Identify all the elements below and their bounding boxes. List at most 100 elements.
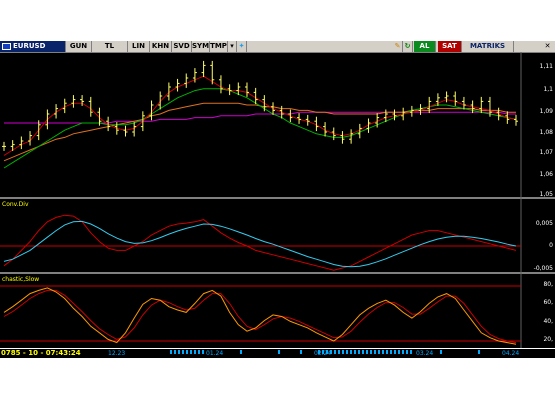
- price-bar: [305, 114, 310, 126]
- period-button[interactable]: GUN: [66, 41, 92, 52]
- price-bar: [19, 136, 24, 150]
- date-tick: [374, 350, 376, 354]
- price-bar: [453, 91, 458, 106]
- date-tick: [386, 350, 388, 354]
- currency-button[interactable]: TL: [92, 41, 128, 52]
- price-bar: [132, 122, 137, 137]
- date-axis-label: 03.24: [416, 350, 434, 357]
- price-scale-label: 1,06: [539, 171, 553, 178]
- khn-button[interactable]: KHN: [150, 41, 172, 52]
- date-tick: [382, 350, 384, 354]
- date-tick: [174, 350, 176, 354]
- date-axis-label: 12.23: [108, 350, 126, 357]
- stoch-d-line: [3, 289, 517, 344]
- pencil-icon[interactable]: ✎: [393, 41, 403, 52]
- date-axis-label: 04.24: [502, 350, 520, 357]
- date-tick: [346, 350, 348, 354]
- date-tick: [390, 350, 392, 354]
- price-bar: [123, 125, 128, 137]
- macd-line: [3, 214, 517, 271]
- price-bar: [88, 96, 93, 117]
- date-tick: [378, 350, 380, 354]
- price-bar: [262, 95, 267, 112]
- macd-scale-label: 0,005: [535, 220, 553, 227]
- price-bar: [253, 87, 258, 105]
- date-tick: [182, 350, 184, 354]
- sym-button[interactable]: SYM: [192, 41, 210, 52]
- date-tick: [326, 350, 328, 354]
- price-bar: [175, 78, 180, 92]
- date-tick: [362, 350, 364, 354]
- date-tick: [410, 350, 412, 354]
- stoch-k-line: [3, 287, 517, 345]
- refresh-icon[interactable]: ↻: [403, 41, 413, 52]
- date-tick: [402, 350, 404, 354]
- stoch-scale-label: 40,: [543, 318, 553, 325]
- linear-scale-button[interactable]: LIN: [128, 41, 150, 52]
- ma-magenta-line: [4, 111, 516, 124]
- stoch-scale-label: 80,: [543, 281, 553, 288]
- twitter-bird-icon[interactable]: ✦: [237, 41, 247, 52]
- date-tick: [350, 350, 352, 354]
- price-bar: [28, 131, 33, 146]
- price-bar: [496, 107, 501, 121]
- date-tick: [354, 350, 356, 354]
- price-bar: [514, 114, 518, 126]
- price-scale-label: 1,1: [543, 86, 553, 93]
- stoch-scale-label: 60,: [543, 299, 553, 306]
- date-tick: [334, 350, 336, 354]
- date-tick: [342, 350, 344, 354]
- date-tick: [338, 350, 340, 354]
- date-tick: [190, 350, 192, 354]
- macd-signal-line: [3, 220, 517, 268]
- matriks-logo: MATRIKS: [462, 41, 514, 52]
- macd-scale-label: -0,005: [533, 265, 553, 272]
- date-axis-label: 01.24: [206, 350, 224, 357]
- sell-button[interactable]: SAT: [438, 41, 462, 52]
- price-bar: [45, 109, 50, 130]
- date-tick: [394, 350, 396, 354]
- chart-area: [0, 52, 555, 348]
- date-tick: [300, 350, 302, 354]
- stoch-scale-label: 20,: [543, 336, 553, 343]
- date-tick: [478, 350, 480, 354]
- moving-averages: [3, 75, 517, 169]
- price-bar: [218, 75, 223, 94]
- price-bar: [184, 73, 189, 88]
- price-scale-label: 1,05: [539, 191, 553, 198]
- date-tick: [178, 350, 180, 354]
- macd-lines: [3, 214, 517, 271]
- date-tick: [358, 350, 360, 354]
- symbol-label: EURUSD: [13, 42, 46, 50]
- date-tick: [318, 350, 320, 354]
- price-bar: [288, 109, 293, 123]
- price-bar: [461, 96, 466, 110]
- price-bar: [244, 82, 249, 97]
- stochastic-panel-label: chastic,Slow: [2, 276, 40, 283]
- close-icon[interactable]: ✕: [540, 41, 555, 52]
- date-tick: [202, 350, 204, 354]
- date-tick: [398, 350, 400, 354]
- chevron-down-icon[interactable]: ▾: [228, 41, 237, 52]
- date-tick: [198, 350, 200, 354]
- date-tick: [322, 350, 324, 354]
- date-tick: [186, 350, 188, 354]
- date-tick: [278, 350, 280, 354]
- clock-readout: 0785 - 10 - 07:43:24: [1, 349, 81, 357]
- svd-button[interactable]: SVD: [172, 41, 192, 52]
- date-tick: [370, 350, 372, 354]
- date-tick: [170, 350, 172, 354]
- flag-icon: [2, 42, 11, 50]
- price-scale-label: 1,09: [539, 108, 553, 115]
- tmp-button[interactable]: TMP: [210, 41, 228, 52]
- price-scale-label: 1,08: [539, 129, 553, 136]
- macd-scale-label: 0: [549, 242, 553, 249]
- date-tick: [406, 350, 408, 354]
- date-tick: [330, 350, 332, 354]
- date-tick: [240, 350, 242, 354]
- price-bar: [349, 129, 354, 144]
- symbol-selector[interactable]: EURUSD: [0, 41, 66, 52]
- buy-button[interactable]: AL: [414, 41, 436, 52]
- chart-window: EURUSD GUN TL LIN KHN SVD SYM TMP ▾ ✦ ✎ …: [0, 41, 555, 358]
